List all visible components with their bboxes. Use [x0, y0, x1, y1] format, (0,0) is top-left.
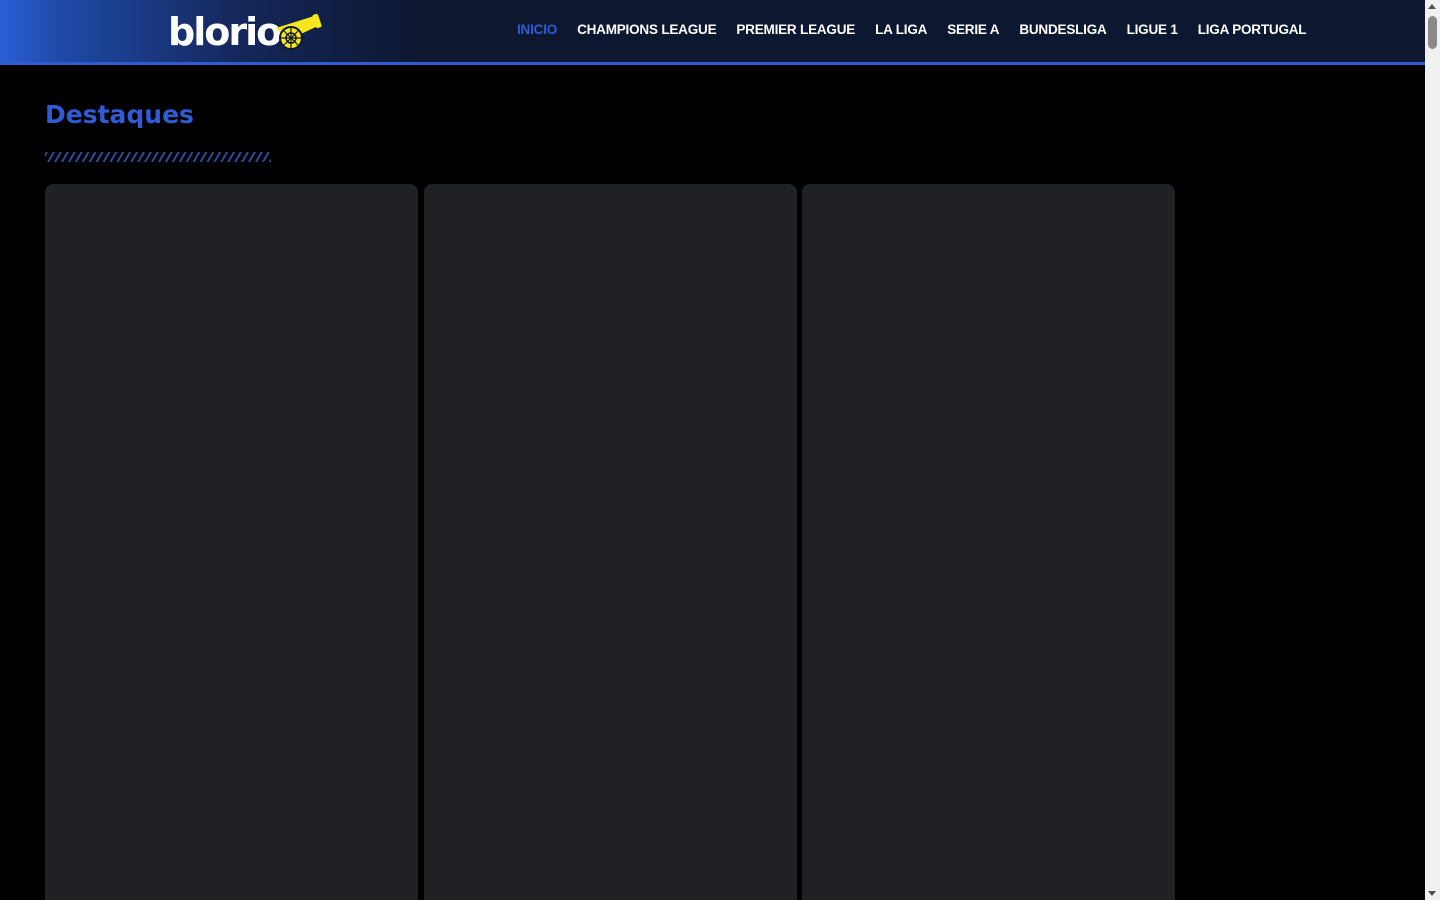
nav-item-champions-league[interactable]: CHAMPIONS LEAGUE	[567, 22, 726, 37]
nav-item-liga-portugal[interactable]: LIGA PORTUGAL	[1188, 22, 1317, 37]
logo-text: blorio	[168, 10, 282, 54]
site-logo[interactable]: blorio	[168, 10, 324, 54]
section-title-underline	[45, 152, 271, 162]
nav-item-premier-league[interactable]: PREMIER LEAGUE	[726, 22, 865, 37]
scrollbar-thumb[interactable]	[1428, 16, 1437, 49]
featured-card[interactable]	[424, 184, 797, 900]
section-title: Destaques	[45, 100, 194, 129]
site-header: blorio INICIO CHAMPIONS LEAGUE PREMIER L…	[0, 0, 1425, 65]
nav-item-la-liga[interactable]: LA LIGA	[865, 22, 937, 37]
nav-item-ligue-1[interactable]: LIGUE 1	[1117, 22, 1188, 37]
main-nav: INICIO CHAMPIONS LEAGUE PREMIER LEAGUE L…	[507, 0, 1316, 58]
featured-card[interactable]	[802, 184, 1175, 900]
page: blorio INICIO CHAMPIONS LEAGUE PREMIER L…	[0, 0, 1440, 900]
scroll-up-arrow-icon[interactable]	[1428, 4, 1436, 9]
cannon-icon	[276, 13, 322, 50]
nav-item-serie-a[interactable]: SERIE A	[937, 22, 1009, 37]
nav-item-bundesliga[interactable]: BUNDESLIGA	[1009, 22, 1116, 37]
scroll-down-arrow-icon[interactable]	[1428, 891, 1436, 896]
featured-card[interactable]	[45, 184, 418, 900]
nav-item-inicio[interactable]: INICIO	[507, 22, 567, 37]
vertical-scrollbar[interactable]	[1425, 0, 1440, 900]
